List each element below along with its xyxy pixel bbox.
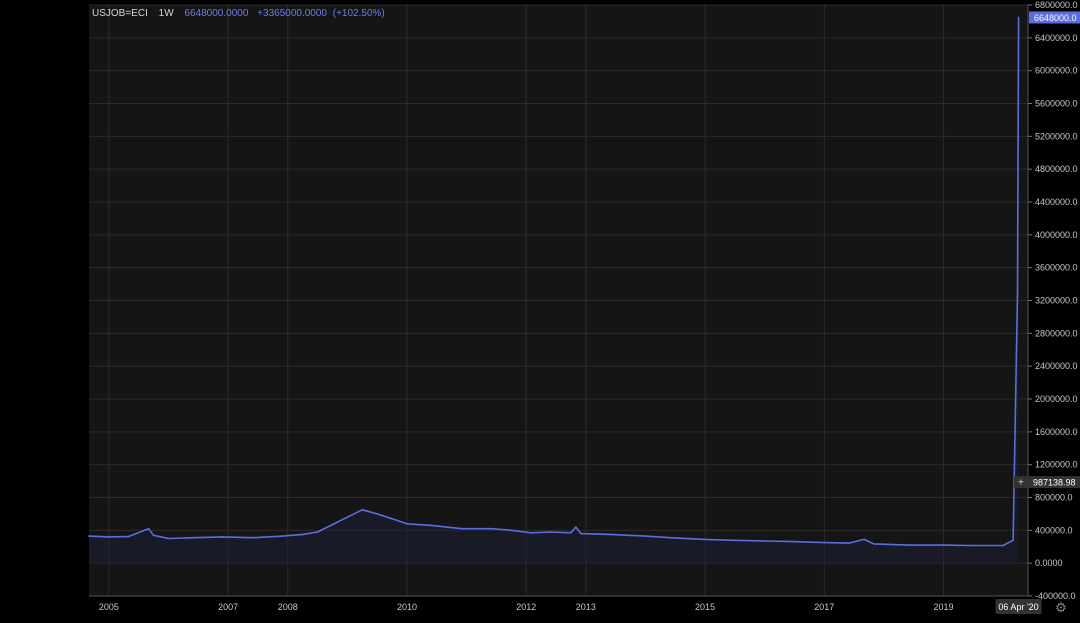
data-point [823,541,826,544]
data-point [301,533,304,536]
data-point [460,527,463,530]
data-point [252,536,254,539]
data-point [763,540,766,542]
x-tick-label: 2015 [695,602,715,612]
data-point [942,544,945,546]
legend-change: +3365000.0000 [257,8,327,19]
legend-value: 6648000.0000 [184,8,249,19]
data-point [530,531,532,534]
data-point [222,536,224,538]
data-point [331,523,334,526]
data-point [729,539,731,541]
x-tick-label: 2008 [278,602,298,612]
data-point [1017,16,1020,19]
data-point [361,509,364,511]
y-tick-label: 1600000.0 [1035,427,1078,437]
time-label-text: 06 Apr '20 [998,602,1038,612]
y-tick-label: 3600000.0 [1035,263,1078,273]
data-point [580,532,582,535]
crosshair-value-label: 987138.98 [1033,478,1076,488]
data-point [644,535,647,537]
data-point [108,536,110,538]
data-point [570,531,572,534]
legend-timeframe[interactable]: 1W [159,8,174,19]
data-point [490,527,493,530]
data-point [192,536,195,539]
x-tick-label: 2010 [397,602,417,612]
data-point [788,540,791,543]
crosshair-plus-icon[interactable]: + [1018,478,1024,489]
y-tick-label: 5200000.0 [1035,131,1078,141]
y-tick-label: 4800000.0 [1035,164,1078,174]
y-tick-label: 6800000.0 [1035,0,1078,10]
data-point [848,542,850,544]
data-point [152,534,155,537]
data-point [88,535,90,537]
data-point [376,513,378,515]
y-tick-label: 0.0000 [1035,558,1063,568]
chart-legend: USJOB=ECI 1W 6648000.0000 +3365000.0000 … [92,8,385,19]
chart-container[interactable]: -400000.0 0.0000 400000.0 800000.0 1200000.0… [0,0,1080,623]
data-point [863,538,865,541]
data-point [609,533,612,536]
data-point [575,526,577,528]
data-point [510,529,513,532]
data-point [1002,544,1004,547]
data-point [669,536,672,539]
data-point [316,531,319,533]
legend-symbol[interactable]: USJOB=ECI [92,8,148,19]
x-tick-label: 2007 [218,602,238,612]
data-point [967,544,970,547]
data-point [346,516,349,518]
y-tick-label: 2800000.0 [1035,328,1078,338]
data-point [431,524,433,527]
y-tick-label: 6400000.0 [1035,33,1078,43]
y-tick-label: 6000000.0 [1035,66,1078,76]
data-point [907,544,910,546]
chart-canvas[interactable]: -400000.00.0000400000.0800000.01200000.0… [0,0,1080,623]
y-tick-label: 1200000.0 [1035,460,1078,470]
data-point [406,522,408,525]
y-tick-label: 800000.0 [1035,493,1073,503]
data-point [391,518,393,520]
legend-change-percent: (+102.50%) [332,8,385,19]
gear-icon[interactable]: ⚙ [1052,600,1070,616]
data-point [873,543,875,545]
y-tick-label: 4400000.0 [1035,197,1078,207]
data-point [550,531,552,533]
x-tick-label: 2005 [99,602,119,612]
data-point [127,535,130,538]
data-point [147,527,150,530]
y-tick-label: 4000000.0 [1035,230,1078,240]
data-point [167,537,170,540]
y-tick-label: 3200000.0 [1035,296,1078,306]
y-tick-label: 2400000.0 [1035,361,1078,371]
data-point [1016,292,1019,295]
x-tick-label: 2013 [576,602,596,612]
x-tick-label: 2012 [516,602,536,612]
data-point [1012,539,1014,541]
data-point [704,538,706,541]
y-tick-label: 2000000.0 [1035,394,1078,404]
y-tick-label: 5600000.0 [1035,99,1078,109]
x-tick-label: 2017 [814,602,834,612]
y-tick-label: 400000.0 [1035,525,1073,535]
data-point [281,535,284,537]
price-label-text: 6648000.0 [1034,13,1077,23]
x-tick-label: 2019 [934,602,954,612]
